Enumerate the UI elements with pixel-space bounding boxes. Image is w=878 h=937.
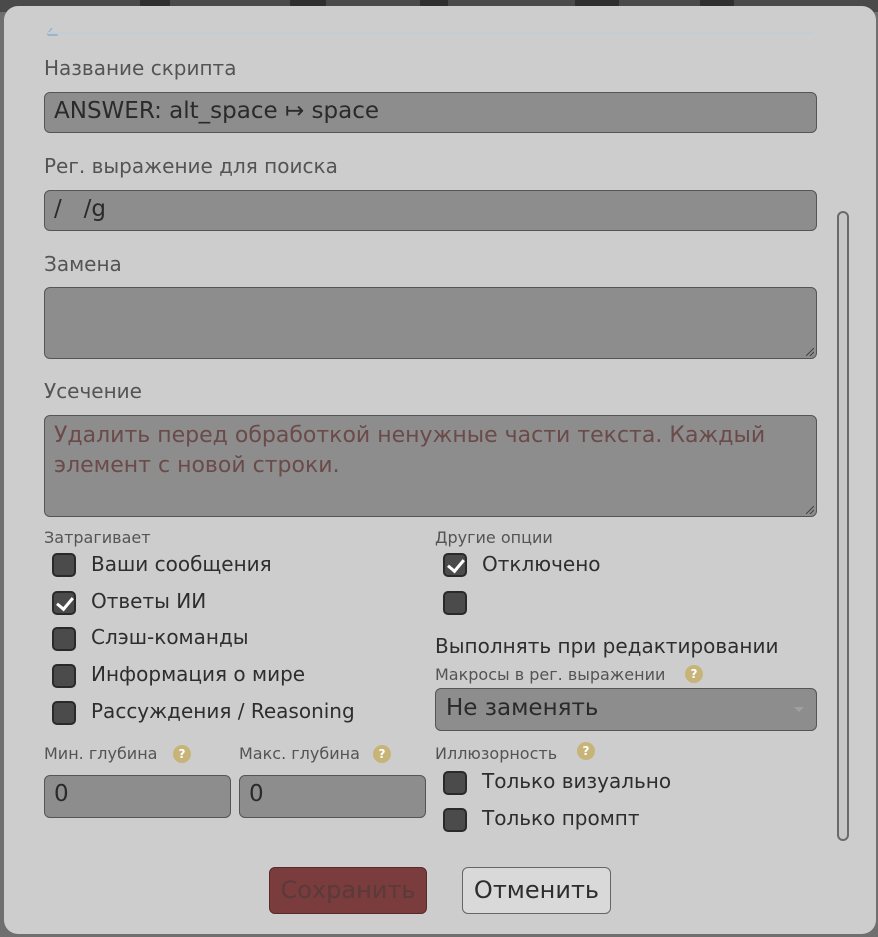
replace-label: Замена: [44, 252, 122, 276]
affects-title: Затрагивает: [44, 528, 151, 547]
macros-select[interactable]: Не заменять: [435, 688, 817, 731]
only-prompt-label: Только промпт: [482, 806, 640, 830]
max-depth-input[interactable]: 0: [239, 775, 426, 818]
affects-slash-commands-checkbox[interactable]: [52, 627, 76, 651]
affects-reasoning-label: Рассуждения / Reasoning: [91, 699, 355, 723]
affects-ai-output-checkbox[interactable]: [52, 591, 76, 615]
affects-user-input-checkbox[interactable]: [52, 553, 76, 577]
scrollbar[interactable]: [837, 211, 849, 841]
script-name-label: Название скрипта: [44, 56, 237, 80]
trim-placeholder: Удалить перед обработкой ненужные части …: [54, 423, 766, 478]
macros-selected-value: Не заменять: [446, 695, 599, 721]
find-regex-input[interactable]: / /g: [44, 190, 817, 231]
cancel-button[interactable]: Отменить: [462, 867, 611, 914]
min-depth-input[interactable]: 0: [44, 775, 231, 818]
macros-label: Макросы в рег. выражении: [435, 665, 666, 684]
regex-script-dialog: Название скрипта ANSWER: alt_space ↦ spa…: [4, 6, 876, 934]
only-prompt-checkbox[interactable]: [443, 808, 467, 832]
only-display-checkbox[interactable]: [443, 771, 467, 795]
max-depth-label: Макс. глубина: [239, 744, 360, 763]
affects-world-info-checkbox[interactable]: [52, 664, 76, 688]
only-display-label: Только визуально: [482, 769, 672, 793]
replace-textarea[interactable]: [44, 287, 817, 359]
run-on-edit-checkbox[interactable]: [443, 591, 467, 615]
divider: [48, 32, 813, 34]
min-depth-help-icon[interactable]: ?: [173, 745, 191, 763]
other-options-title: Другие опции: [435, 528, 553, 547]
min-depth-label: Мин. глубина: [44, 744, 158, 763]
resize-grip-icon[interactable]: [806, 348, 814, 356]
affects-ai-output-label: Ответы ИИ: [91, 589, 207, 613]
max-depth-help-icon[interactable]: ?: [373, 745, 391, 763]
find-regex-label: Рег. выражение для поиска: [44, 154, 338, 178]
resize-grip-icon[interactable]: [806, 506, 814, 514]
trim-label: Усечение: [44, 379, 142, 403]
affects-world-info-label: Информация о мире: [91, 662, 306, 686]
disabled-checkbox[interactable]: [443, 553, 467, 577]
affects-reasoning-checkbox[interactable]: [52, 701, 76, 725]
ephemerality-label: Иллюзорность: [435, 744, 558, 763]
disabled-label: Отключено: [482, 552, 601, 576]
chevron-down-icon: [794, 707, 804, 712]
trim-textarea[interactable]: Удалить перед обработкой ненужные части …: [44, 415, 817, 517]
script-name-input[interactable]: ANSWER: alt_space ↦ space: [44, 92, 817, 133]
affects-slash-commands-label: Слэш-команды: [91, 625, 249, 649]
save-button[interactable]: Сохранить: [269, 867, 427, 914]
macros-help-icon[interactable]: ?: [685, 665, 703, 683]
run-on-edit-label: Выполнять при редактировании: [435, 634, 779, 658]
affects-user-input-label: Ваши сообщения: [91, 552, 272, 576]
ephemerality-help-icon[interactable]: ?: [577, 742, 595, 760]
